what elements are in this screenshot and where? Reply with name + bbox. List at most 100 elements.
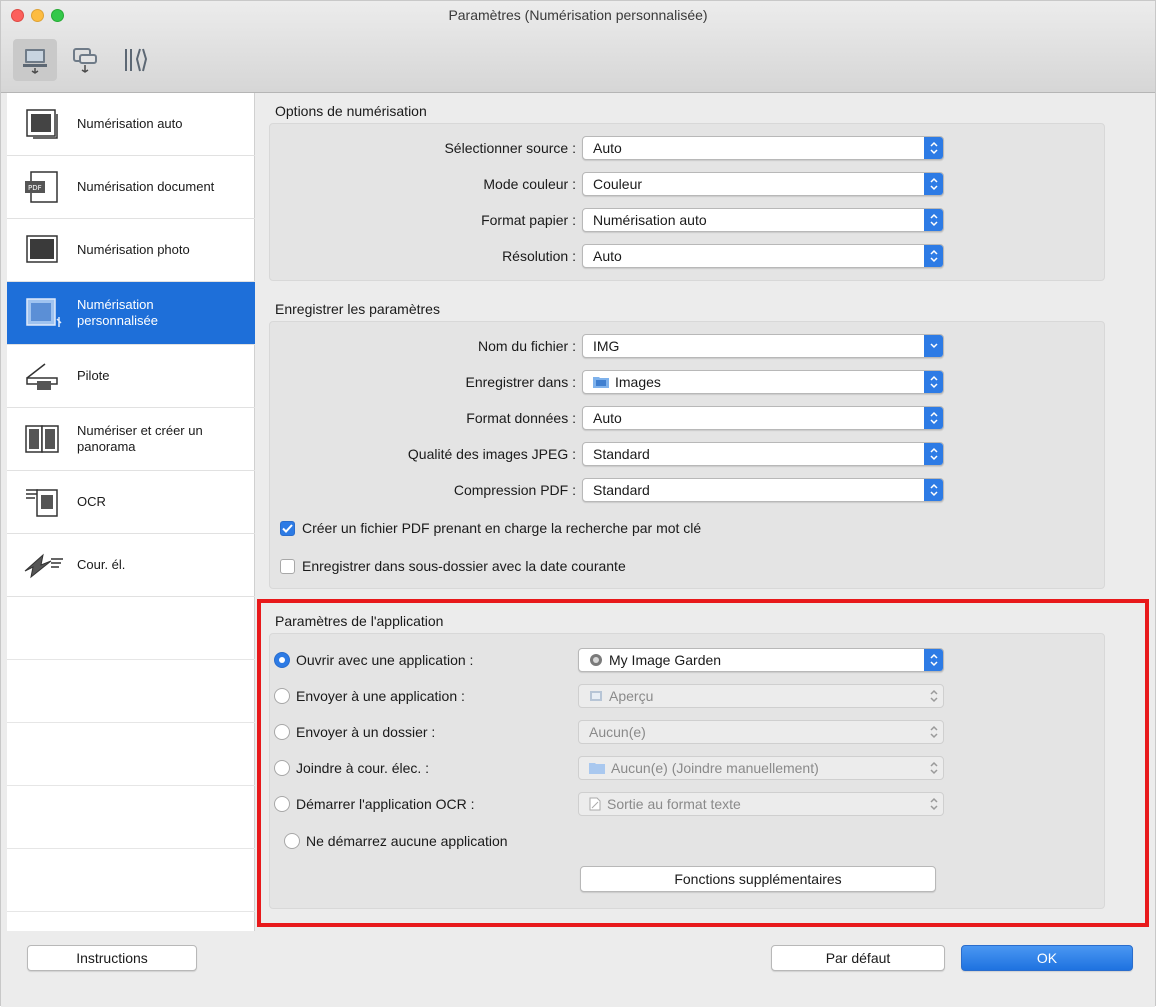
select-source-dropdown[interactable]: Auto xyxy=(582,136,944,160)
attach-email-dropdown: Aucun(e) (Joindre manuellement) xyxy=(578,756,944,780)
open-with-app-radio[interactable] xyxy=(274,652,290,668)
open-with-app-value: My Image Garden xyxy=(609,652,722,668)
folder-icon xyxy=(589,761,605,777)
attach-email-option[interactable]: Joindre à cour. élec. : xyxy=(274,757,429,779)
send-to-app-option[interactable]: Envoyer à une application : xyxy=(274,685,465,707)
tab-computer-scan[interactable] xyxy=(13,39,57,81)
searchable-pdf-option[interactable]: Créer un fichier PDF prenant en charge l… xyxy=(280,518,701,538)
attach-email-radio[interactable] xyxy=(274,760,290,776)
jpeg-quality-label: Qualité des images JPEG : xyxy=(407,446,576,462)
custom-scan-icon xyxy=(19,293,67,333)
send-to-app-row: Envoyer à une application : Aperçu xyxy=(270,684,1106,710)
dropdown-arrows-icon xyxy=(924,173,943,195)
additional-functions-button[interactable]: Fonctions supplémentaires xyxy=(580,866,936,892)
general-settings-icon xyxy=(125,48,148,72)
file-name-label: Nom du fichier : xyxy=(477,338,576,354)
tab-network-scan[interactable] xyxy=(63,39,107,81)
send-to-app-label: Envoyer à une application : xyxy=(296,688,465,704)
save-in-label: Enregistrer dans : xyxy=(465,374,577,390)
send-to-app-radio[interactable] xyxy=(274,688,290,704)
sidebar-item-ocr[interactable]: OCR xyxy=(7,471,255,534)
data-format-dropdown[interactable]: Auto xyxy=(582,406,944,430)
tab-general-settings[interactable] xyxy=(113,39,157,81)
start-ocr-dropdown: Sortie au format texte xyxy=(578,792,944,816)
date-subfolder-label: Enregistrer dans sous-dossier avec la da… xyxy=(302,558,626,574)
instructions-button[interactable]: Instructions xyxy=(27,945,197,971)
attach-email-label: Joindre à cour. élec. : xyxy=(296,760,430,776)
resolution-label: Résolution : xyxy=(502,248,576,264)
data-format-label: Format données : xyxy=(466,410,576,426)
sidebar-empty-row xyxy=(7,597,255,660)
no-app-radio[interactable] xyxy=(284,833,300,849)
open-with-app-dropdown[interactable]: My Image Garden xyxy=(578,648,944,672)
save-settings-title: Enregistrer les paramètres xyxy=(275,301,440,317)
settings-window: Paramètres (Numérisation personnalisée) xyxy=(0,0,1156,1007)
send-to-folder-radio[interactable] xyxy=(274,724,290,740)
dropdown-arrows-icon xyxy=(924,685,943,707)
start-ocr-value: Sortie au format texte xyxy=(607,796,741,812)
sidebar-item-email[interactable]: Cour. él. xyxy=(7,534,255,597)
my-image-garden-icon xyxy=(589,653,603,670)
data-format-row: Format données : Auto xyxy=(270,406,1106,432)
sidebar-item-label: OCR xyxy=(77,494,106,509)
save-in-dropdown[interactable]: Images xyxy=(582,370,944,394)
start-ocr-option[interactable]: Démarrer l'application OCR : xyxy=(274,793,475,815)
sidebar-item-panorama[interactable]: Numériser et créer un panorama xyxy=(7,408,255,471)
sidebar-item-custom-scan[interactable]: Numérisation personnalisée xyxy=(7,282,255,345)
resolution-row: Résolution : Auto xyxy=(270,244,1106,270)
checkmark-icon xyxy=(282,523,293,533)
open-with-app-label: Ouvrir avec une application : xyxy=(296,652,474,668)
save-settings-group: Nom du fichier : IMG Enregistrer dans : … xyxy=(269,321,1105,589)
driver-icon xyxy=(19,356,67,396)
computer-scan-icon xyxy=(23,49,47,74)
file-name-combobox[interactable]: IMG xyxy=(582,334,944,358)
send-to-folder-value: Aucun(e) xyxy=(589,724,646,740)
sidebar-item-driver[interactable]: Pilote xyxy=(7,345,255,408)
searchable-pdf-checkbox[interactable] xyxy=(280,520,295,536)
date-subfolder-option[interactable]: Enregistrer dans sous-dossier avec la da… xyxy=(280,556,626,576)
sidebar-item-label: Numérisation document xyxy=(77,179,215,194)
color-mode-label: Mode couleur : xyxy=(483,176,576,192)
pdf-compression-value: Standard xyxy=(593,482,650,498)
panorama-icon xyxy=(19,419,67,459)
scan-options-title: Options de numérisation xyxy=(275,103,427,119)
ok-button[interactable]: OK xyxy=(961,945,1133,971)
sidebar-empty-row xyxy=(7,660,255,723)
email-icon xyxy=(19,545,67,585)
window-title: Paramètres (Numérisation personnalisée) xyxy=(448,7,708,23)
start-ocr-radio[interactable] xyxy=(274,796,290,812)
send-to-app-value: Aperçu xyxy=(609,688,654,704)
default-button[interactable]: Par défaut xyxy=(771,945,945,971)
scan-type-sidebar: Numérisation auto PDF Numérisation docum… xyxy=(7,93,255,931)
sidebar-item-label: Numérisation photo xyxy=(77,242,190,257)
no-app-option[interactable]: Ne démarrez aucune application xyxy=(284,830,508,852)
sidebar-item-photo-scan[interactable]: Numérisation photo xyxy=(7,219,255,282)
jpeg-quality-value: Standard xyxy=(593,446,650,462)
sidebar-empty-row xyxy=(7,849,255,912)
sidebar-empty-row xyxy=(7,723,255,786)
folder-icon xyxy=(593,375,609,391)
send-to-folder-dropdown: Aucun(e) xyxy=(578,720,944,744)
sidebar-item-label: Numériser et créer un panorama xyxy=(77,423,203,454)
paper-size-label: Format papier : xyxy=(481,212,576,228)
dropdown-arrows-icon xyxy=(924,209,943,231)
open-with-app-row: Ouvrir avec une application : My Image G… xyxy=(270,648,1106,674)
open-with-app-option[interactable]: Ouvrir avec une application : xyxy=(274,649,473,671)
color-mode-dropdown[interactable]: Couleur xyxy=(582,172,944,196)
save-in-row: Enregistrer dans : Images xyxy=(270,370,1106,396)
send-to-folder-option[interactable]: Envoyer à un dossier : xyxy=(274,721,435,743)
date-subfolder-checkbox[interactable] xyxy=(280,558,295,574)
pdf-compression-dropdown[interactable]: Standard xyxy=(582,478,944,502)
dropdown-arrows-icon xyxy=(924,757,943,779)
dropdown-arrows-icon xyxy=(924,407,943,429)
sidebar-item-document-scan[interactable]: PDF Numérisation document xyxy=(7,156,255,219)
send-to-app-dropdown: Aperçu xyxy=(578,684,944,708)
sidebar-item-label: Numérisation personnalisée xyxy=(77,297,158,328)
attach-email-value: Aucun(e) (Joindre manuellement) xyxy=(611,760,819,776)
file-name-row: Nom du fichier : IMG xyxy=(270,334,1106,360)
sidebar-item-auto-scan[interactable]: Numérisation auto xyxy=(7,93,255,156)
resolution-dropdown[interactable]: Auto xyxy=(582,244,944,268)
paper-size-dropdown[interactable]: Numérisation auto xyxy=(582,208,944,232)
dropdown-arrows-icon xyxy=(924,793,943,815)
jpeg-quality-dropdown[interactable]: Standard xyxy=(582,442,944,466)
